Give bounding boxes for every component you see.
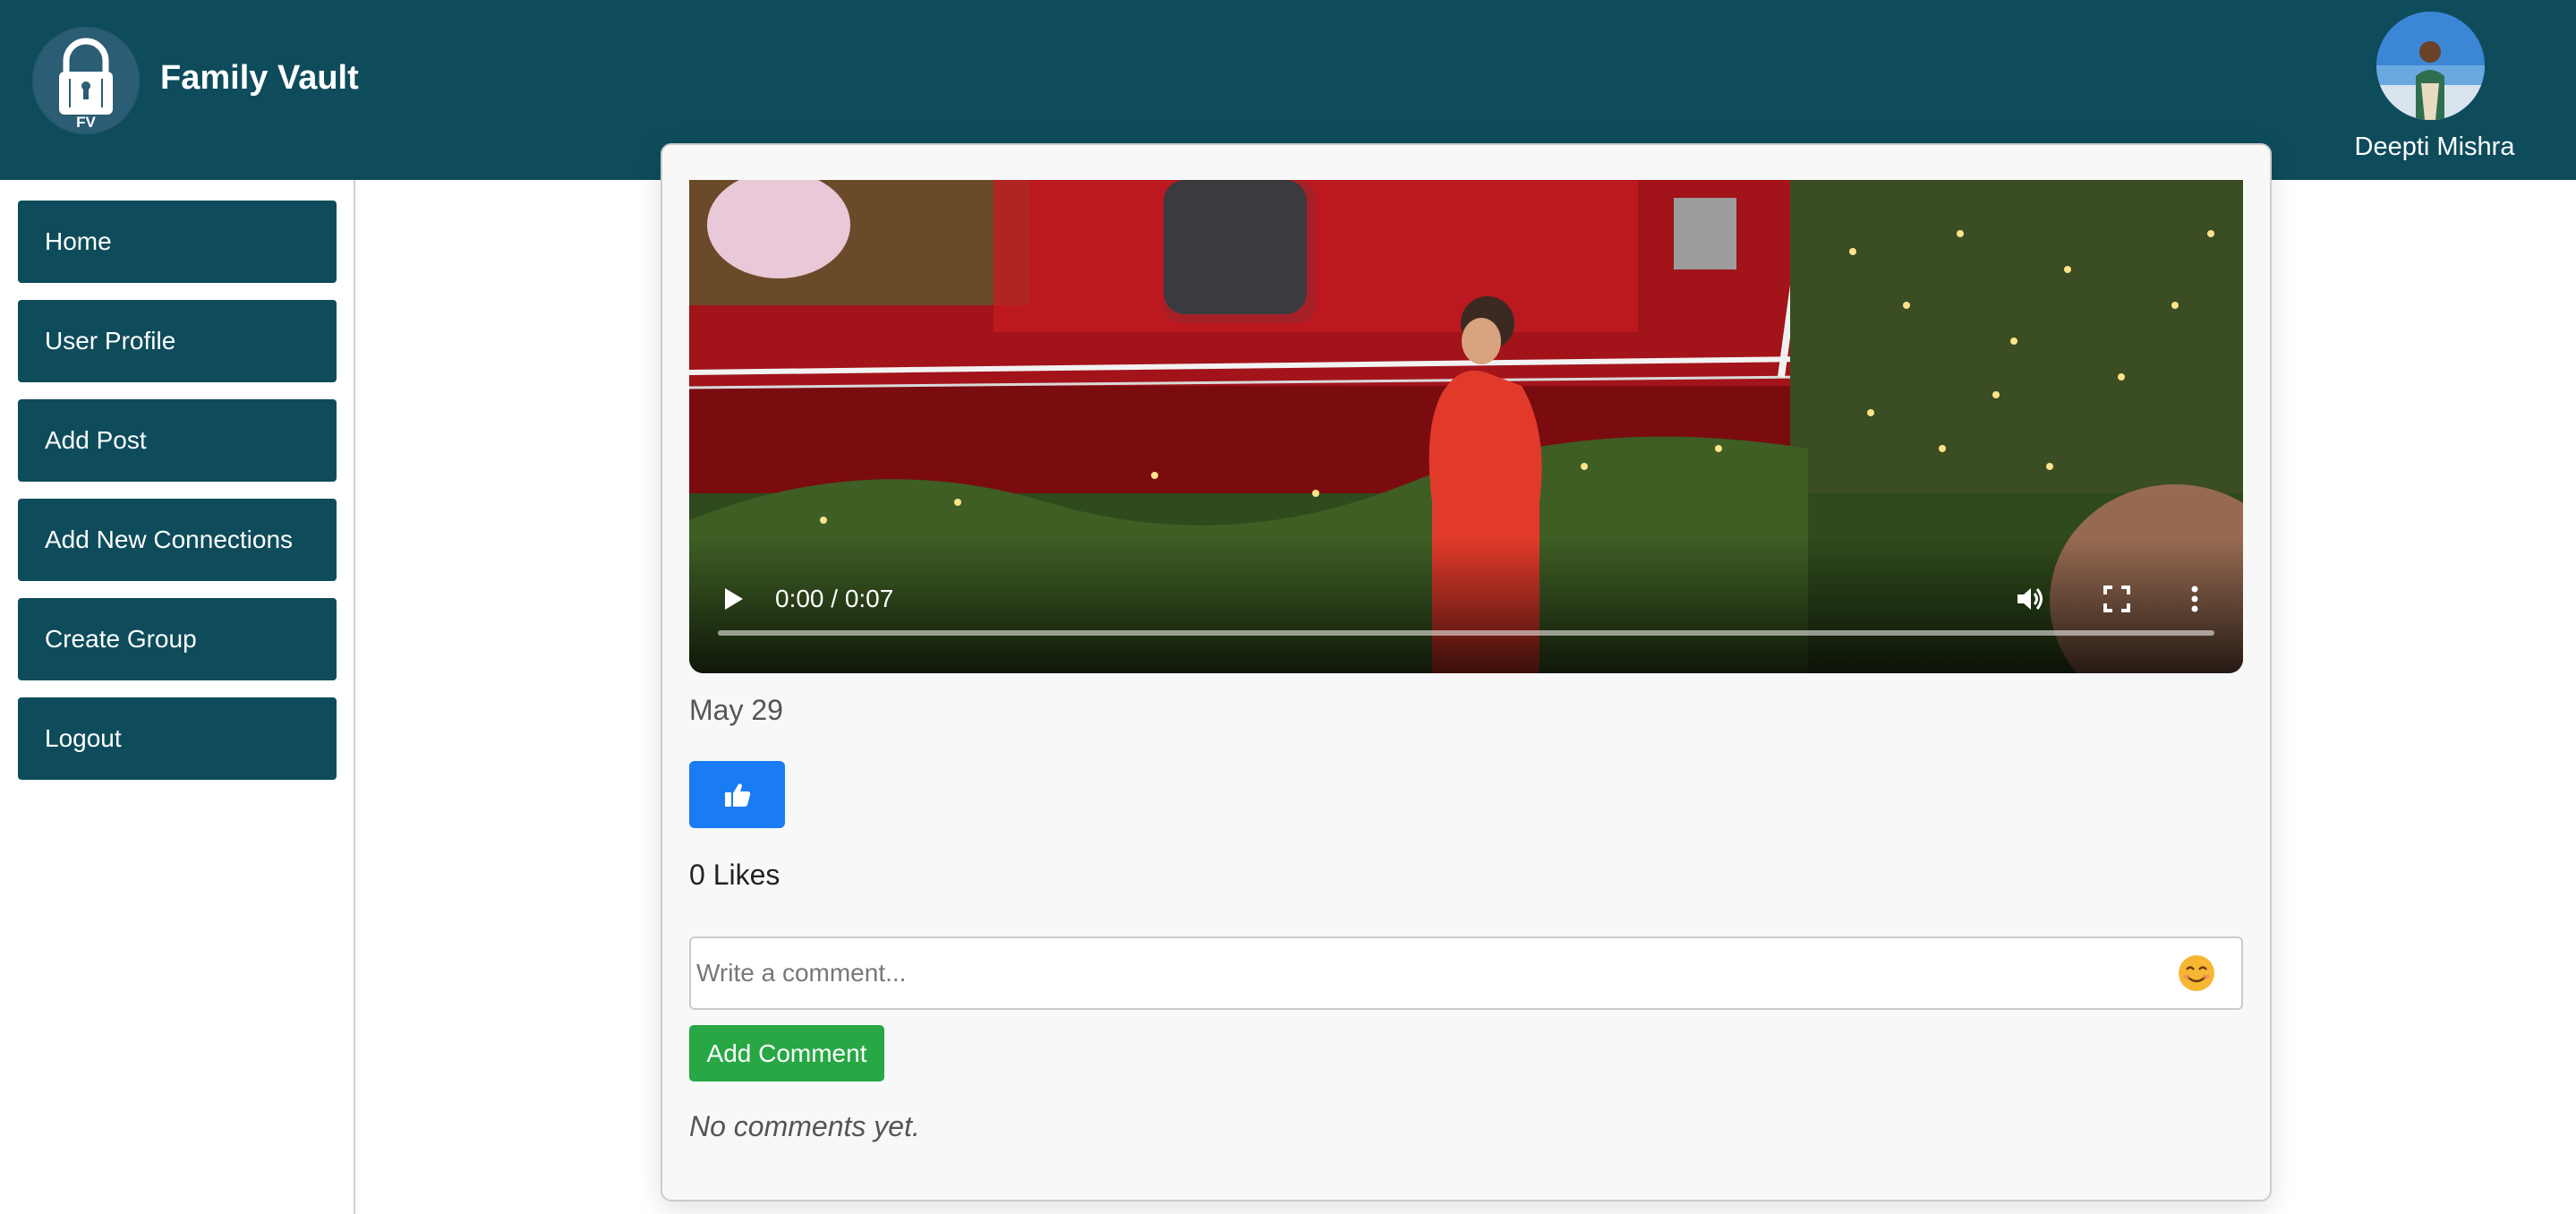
post-date: May 29 [689,694,783,726]
more-vertical-icon[interactable] [2189,585,2200,613]
smiley-emoji-icon[interactable] [2177,953,2216,993]
comment-box [689,936,2243,1010]
play-icon[interactable] [721,586,746,612]
likes-count: 0 Likes [689,859,780,891]
app-logo[interactable]: FV [32,27,140,134]
sidebar-item-logout[interactable]: Logout [18,697,337,780]
video-time-display: 0:00 / 0:07 [775,585,894,612]
no-comments-text: No comments yet. [689,1110,920,1142]
video-progress-bar[interactable] [718,630,2214,636]
avatar-photo [2376,12,2485,120]
fullscreen-icon[interactable] [2103,585,2131,613]
volume-icon[interactable] [2014,583,2046,615]
sidebar-item-create-group[interactable]: Create Group [18,598,337,680]
app-title: Family Vault [160,59,359,97]
thumbs-up-icon [724,782,750,807]
comment-input[interactable] [696,938,2146,1008]
lock-icon: FV [34,29,138,133]
video-controls: 0:00 / 0:07 [689,538,2243,673]
sidebar: Home User Profile Add Post Add New Conne… [0,180,355,1214]
sidebar-item-add-new-connections[interactable]: Add New Connections [18,499,337,581]
sidebar-item-user-profile[interactable]: User Profile [18,300,337,382]
avatar[interactable] [2376,12,2485,120]
sidebar-item-home[interactable]: Home [18,201,337,283]
user-name: Deepti Mishra [2354,133,2515,161]
add-comment-button[interactable]: Add Comment [689,1025,884,1081]
like-button[interactable] [689,761,785,828]
video-player[interactable]: 0:00 / 0:07 [689,180,2243,673]
sidebar-item-add-post[interactable]: Add Post [18,399,337,482]
logo-text: FV [76,114,96,131]
